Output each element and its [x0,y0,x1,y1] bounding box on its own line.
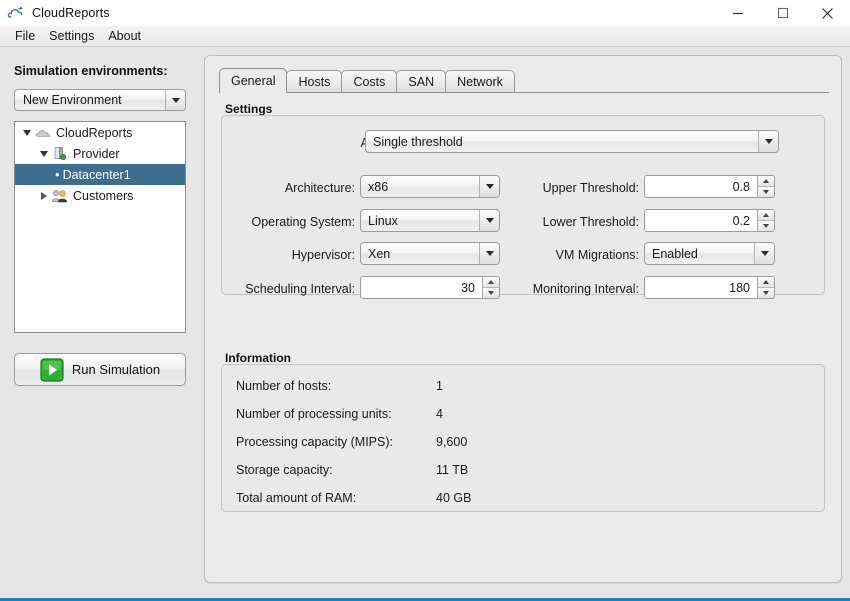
chevron-down-icon[interactable] [20,129,34,136]
environment-select[interactable]: New Environment [14,89,186,111]
monitoring-interval-label: Monitoring Interval: [532,282,639,296]
lower-threshold-stepper[interactable]: 0.2 [644,209,775,232]
tree-node-datacenter1[interactable]: • Datacenter1 [15,164,185,185]
title-bar: CloudReports [0,0,850,26]
menu-bar: File Settings About [0,26,850,47]
lower-threshold-value[interactable]: 0.2 [645,210,757,231]
application-window: CloudReports File Settings About Simulat… [0,0,850,601]
chevron-down-icon[interactable] [37,150,51,157]
scheduling-interval-label: Scheduling Interval: [245,282,355,296]
tab-strip: General Hosts Costs SAN Network [219,68,515,93]
spinner-down-icon[interactable] [758,288,774,298]
chevron-down-icon [479,210,499,231]
bullet-icon: • [55,167,60,182]
environment-select-value: New Environment [23,93,122,107]
info-row-value: 40 GB [436,491,472,505]
tab-underline [219,92,829,93]
settings-group-title: Settings [225,102,273,116]
play-icon [40,357,64,382]
spinner-up-icon[interactable] [758,277,774,288]
architecture-label: Architecture: [284,181,355,195]
info-row-value: 11 TB [436,463,469,477]
tree-node-customers[interactable]: Customers [15,185,185,206]
minimize-icon [732,12,743,15]
cloud-icon [34,127,52,139]
run-simulation-button[interactable]: Run Simulation [14,353,186,386]
spinner-up-icon[interactable] [758,176,774,187]
simulation-environments-label: Simulation environments: [14,64,168,78]
tree-node-cloudreports[interactable]: CloudReports [15,122,185,143]
chevron-right-icon[interactable] [37,191,51,200]
information-group-title: Information [225,351,291,365]
tree-node-label: Provider [73,146,120,161]
minimize-button[interactable] [715,0,760,26]
upper-threshold-stepper[interactable]: 0.8 [644,175,775,198]
vm-migrations-value: Enabled [652,246,698,261]
vm-migrations-label: VM Migrations: [555,248,639,262]
architecture-value: x86 [368,179,389,194]
provider-icon [51,146,69,161]
menu-item-settings[interactable]: Settings [42,27,101,46]
tab-hosts[interactable]: Hosts [286,70,343,93]
scheduling-interval-value[interactable]: 30 [361,277,482,298]
hypervisor-value: Xen [368,246,391,261]
run-simulation-label: Run Simulation [71,362,161,377]
tabbed-pane: General Hosts Costs SAN Network Settings… [204,55,842,583]
hypervisor-label: Hypervisor: [291,248,355,262]
environment-tree[interactable]: CloudReports Provider • Datacenter1 Cust… [14,121,186,333]
close-button[interactable] [805,0,850,26]
hypervisor-select[interactable]: Xen [360,242,500,265]
tree-node-label: CloudReports [56,125,133,140]
upper-threshold-spin-buttons[interactable] [757,176,774,197]
lower-threshold-label: Lower Threshold: [542,215,639,229]
allocation-policy-select[interactable]: Single threshold [365,130,779,153]
tab-costs[interactable]: Costs [341,70,398,93]
info-row-label: Storage capacity: [236,463,333,477]
window-controls [715,0,850,26]
chevron-down-icon [754,243,774,264]
maximize-icon [777,7,788,19]
tab-san[interactable]: SAN [396,70,447,93]
info-row-value: 9,600 [436,435,468,449]
window-title: CloudReports [32,6,110,20]
tree-node-label: Datacenter1 [62,167,131,182]
lower-threshold-spin-buttons[interactable] [757,210,774,231]
upper-threshold-value[interactable]: 0.8 [645,176,757,197]
tab-network[interactable]: Network [445,70,515,93]
info-row-label: Processing capacity (MIPS): [236,435,393,449]
upper-threshold-label: Upper Threshold: [542,181,639,195]
monitoring-interval-value[interactable]: 180 [645,277,757,298]
vm-migrations-select[interactable]: Enabled [644,242,775,265]
tab-general[interactable]: General [219,68,288,93]
chevron-down-icon [479,243,499,264]
operating-system-label: Operating System: [251,215,355,229]
cloud-icon [7,6,23,18]
spinner-down-icon[interactable] [758,187,774,197]
customers-icon [51,189,69,203]
sidebar: Simulation environments: New Environment… [0,48,200,598]
info-row-label: Total amount of RAM: [236,491,357,505]
info-row-label: Number of processing units: [236,407,392,421]
info-row-label: Number of hosts: [236,379,332,393]
chevron-down-icon [479,176,499,197]
chevron-down-icon [758,131,778,152]
info-row-value: 1 [436,379,443,393]
close-icon [822,7,833,19]
maximize-button[interactable] [760,0,805,26]
monitoring-interval-spin-buttons[interactable] [757,277,774,298]
operating-system-select[interactable]: Linux [360,209,500,232]
scheduling-interval-stepper[interactable]: 30 [360,276,500,299]
architecture-select[interactable]: x86 [360,175,500,198]
tree-node-provider[interactable]: Provider [15,143,185,164]
monitoring-interval-stepper[interactable]: 180 [644,276,775,299]
tree-node-label: Customers [73,188,134,203]
info-row-value: 4 [436,407,443,421]
operating-system-value: Linux [368,213,398,228]
spinner-up-icon[interactable] [758,210,774,221]
allocation-policy-value: Single threshold [373,134,463,149]
spinner-down-icon[interactable] [758,221,774,231]
chevron-down-icon [165,90,185,110]
menu-item-file[interactable]: File [8,27,42,46]
menu-item-about[interactable]: About [101,27,148,46]
